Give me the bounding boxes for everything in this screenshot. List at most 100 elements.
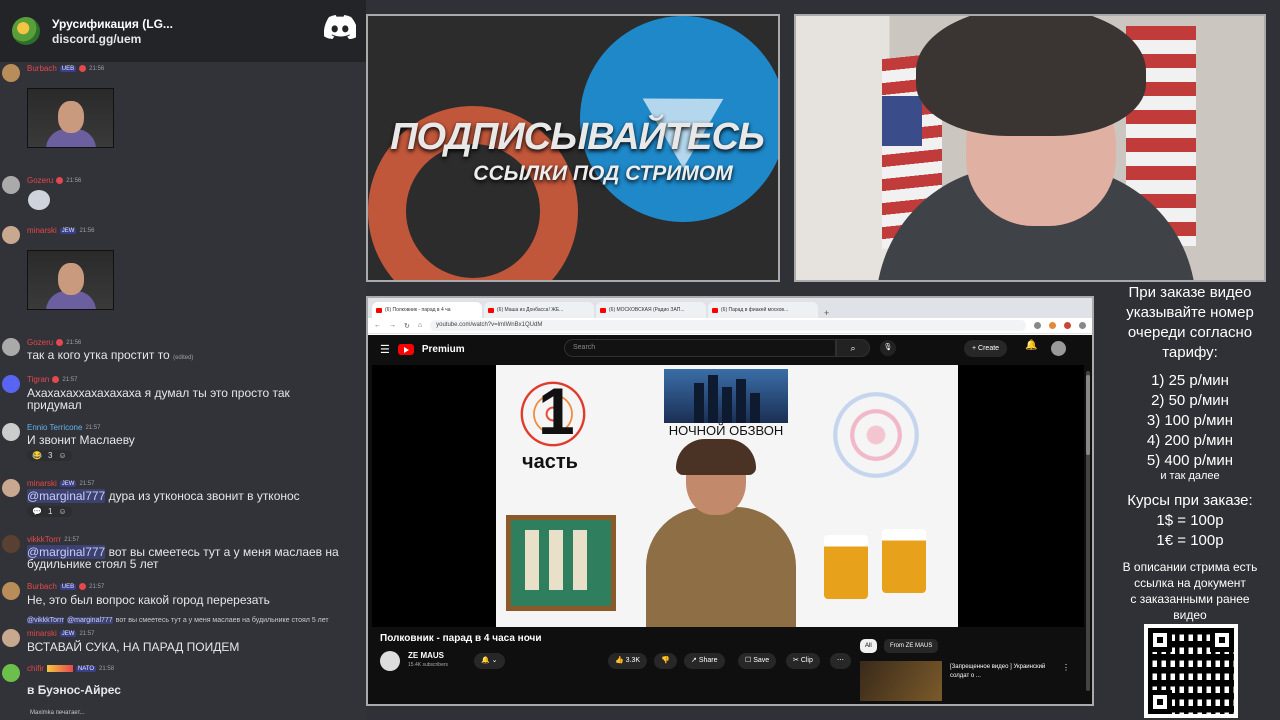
avatar[interactable] [2, 375, 20, 393]
video-frame: 1 часть НОЧНОЙ ОБЗВОН [496, 365, 958, 627]
avatar[interactable] [2, 423, 20, 441]
account-avatar[interactable] [1051, 341, 1066, 356]
youtube-favicon-icon [600, 307, 606, 313]
price-tier: 2) 50 р/мин [1151, 392, 1229, 409]
timestamp: 21:56 [79, 227, 95, 234]
youtube-brand[interactable]: Premium [422, 344, 465, 355]
create-button[interactable]: + Create [964, 340, 1008, 357]
filter-chip-all[interactable]: All [860, 639, 877, 653]
add-reaction-icon[interactable]: ☺ [58, 507, 66, 516]
avatar[interactable] [2, 226, 20, 244]
role-badge: UEB [59, 583, 77, 590]
extension-icon[interactable] [1034, 322, 1041, 329]
message-text-line2: будильнике стоял 5 лет [27, 557, 159, 571]
browser-tab[interactable]: (6) МОСКОВСКАЯ (Радио ЗАП... [596, 302, 706, 318]
tab-title: (6) Полковник - парад в 4 ча [385, 307, 451, 313]
part-label: часть [522, 451, 578, 473]
username[interactable]: Burbach [27, 582, 57, 591]
share-button[interactable]: ↗ Share [684, 653, 725, 669]
forward-icon[interactable]: → [389, 322, 396, 329]
browser-tab[interactable]: (6) Полковник - парад в 4 ча [372, 302, 482, 318]
youtube-favicon-icon [712, 307, 718, 313]
chat-message: Tigran 21:57 Ахахахаххахахахаха я думал … [0, 375, 366, 413]
search-icon[interactable]: ⌕ [836, 339, 870, 357]
city-image [664, 369, 788, 423]
subscribe-bell-button[interactable]: 🔔 ⌄ [474, 653, 505, 669]
browser-tab[interactable]: (6) Парад в фиакей москов... [708, 302, 818, 318]
reaction[interactable]: 😂 3 ☺ [27, 450, 72, 461]
save-button[interactable]: ☐ Save [738, 653, 777, 669]
avatar[interactable] [2, 176, 20, 194]
username[interactable]: Gozeru [27, 176, 53, 185]
search-input[interactable]: Search [564, 339, 836, 357]
clip-button[interactable]: ✂ Clip [786, 653, 820, 669]
user-mention[interactable]: @marginal777 [27, 489, 106, 503]
menu-icon[interactable]: ☰ [380, 343, 390, 356]
server-invite[interactable]: discord.gg/uem [52, 32, 173, 46]
browser-tab[interactable]: (6) Маша из Донбасса! ЖЕ... [484, 302, 594, 318]
username[interactable]: Ennio Terricone [27, 423, 82, 432]
username[interactable]: minarski [27, 226, 57, 235]
save-label: Save [753, 657, 770, 664]
avatar[interactable] [2, 535, 20, 553]
youtube-logo-icon[interactable] [397, 343, 414, 355]
youtube-favicon-icon [376, 307, 382, 313]
chat-message: Gozeru 21:56 так а кого утка простит то … [0, 338, 366, 361]
avatar[interactable] [2, 582, 20, 600]
more-actions-button[interactable]: ⋯ [830, 653, 851, 669]
more-options-icon[interactable]: ⋮ [1062, 663, 1070, 672]
url-field[interactable]: youtube.com/watch?v=lmIWnBx1QUdM [430, 320, 1026, 331]
avatar[interactable] [2, 338, 20, 356]
reply-preview[interactable]: @vikkkTorrr @marginal777 вот вы смеетесь… [27, 617, 329, 624]
new-tab-icon[interactable]: + [820, 308, 833, 318]
laugh-emoji-icon: 😂 [32, 451, 42, 460]
username[interactable]: chifir [27, 664, 44, 673]
avatar[interactable] [2, 629, 20, 647]
back-icon[interactable]: ← [374, 322, 381, 329]
microphone-icon[interactable]: 🎙 [880, 340, 896, 356]
username[interactable]: Gozeru [27, 338, 53, 347]
username[interactable]: vikkkTorrr [27, 535, 61, 544]
avatar[interactable] [2, 664, 20, 682]
notifications-bell-icon[interactable]: 🔔 [1025, 340, 1037, 351]
tab-strip: (6) Полковник - парад в 4 ча (6) Маша из… [368, 298, 1092, 318]
video-player[interactable]: 1 часть НОЧНОЙ ОБЗВОН [372, 365, 1084, 627]
timestamp: 21:57 [79, 480, 95, 487]
emoji-sticker [28, 190, 50, 210]
role-badge: JEW [59, 480, 77, 487]
reload-icon[interactable]: ↻ [404, 322, 410, 330]
filter-chip-channel[interactable]: From ZE MAUS [884, 639, 939, 653]
related-video-title[interactable]: [Запрещенное видео ] Украинский солдат о… [950, 663, 1050, 681]
message-text: так а кого утка простит то (edited) [27, 349, 193, 364]
promo-banner: ПОДПИСЫВАЙТЕСЬ ССЫЛКИ ПОД СТРИМОМ [366, 14, 780, 282]
profile-icon[interactable] [1079, 322, 1086, 329]
reply-user[interactable]: @vikkkTorrr [27, 617, 65, 624]
channel-avatar[interactable] [380, 651, 400, 671]
avatar[interactable] [2, 64, 20, 82]
scrollbar-thumb[interactable] [1086, 375, 1090, 455]
username[interactable]: Burbach [27, 64, 57, 73]
avatar[interactable] [2, 479, 20, 497]
image-attachment[interactable] [27, 250, 114, 310]
part-number: 1 [538, 374, 575, 448]
username[interactable]: minarski [27, 479, 57, 488]
channel-name[interactable]: ZE MAUS [408, 651, 444, 660]
reaction[interactable]: 💬 1 ☺ [27, 506, 72, 517]
image-attachment[interactable] [27, 88, 114, 148]
firework-image [816, 375, 936, 495]
extension-icon[interactable] [1064, 322, 1071, 329]
chat-message: Burbach UEB 21:57 Не, это был вопрос как… [0, 582, 366, 608]
server-icon[interactable] [12, 17, 40, 45]
add-reaction-icon[interactable]: ☺ [58, 451, 66, 460]
price-tier: 1) 25 р/мин [1151, 372, 1229, 389]
badge-icon [56, 177, 64, 184]
badge-icon [79, 65, 87, 72]
username[interactable]: Tigran [27, 375, 49, 384]
beer-mug-image [882, 529, 926, 593]
username[interactable]: minarski [27, 629, 57, 638]
extension-icon[interactable] [1049, 322, 1056, 329]
like-button[interactable]: 👍 3.3K [608, 653, 648, 669]
related-video-thumbnail[interactable] [860, 661, 942, 701]
dislike-button[interactable]: 👎 [654, 653, 677, 669]
home-icon[interactable]: ⌂ [418, 322, 422, 329]
